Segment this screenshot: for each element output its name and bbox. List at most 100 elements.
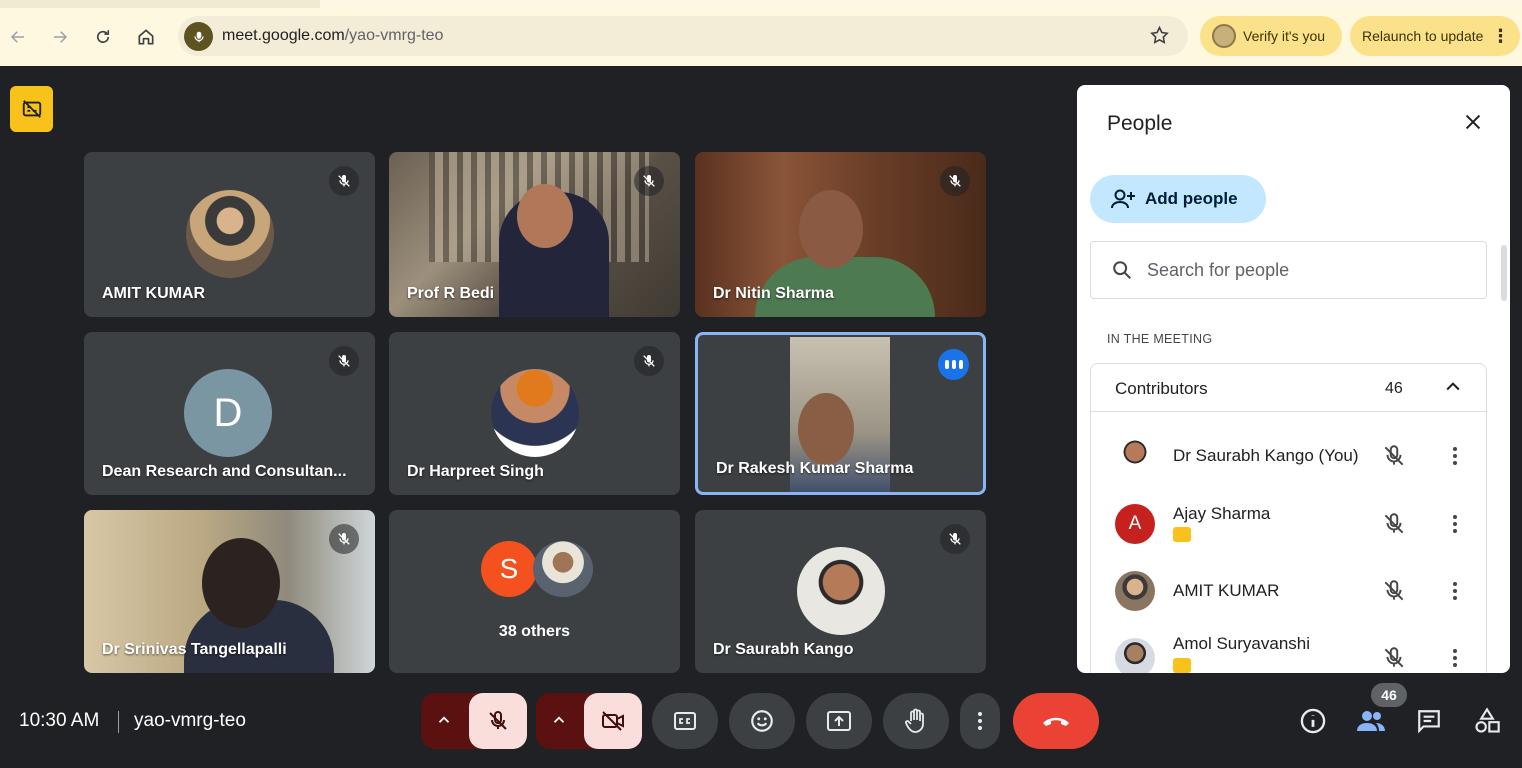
closed-captions-icon (674, 712, 696, 730)
list-item[interactable]: A Ajay Sharma (1091, 492, 1486, 556)
captions-tag-icon (1173, 527, 1191, 542)
muted-mic-icon (940, 524, 970, 554)
captions-tag-icon (1173, 658, 1191, 673)
video-face (799, 190, 863, 268)
search-people-field[interactable] (1090, 241, 1487, 299)
muted-mic-icon[interactable] (1381, 443, 1407, 474)
muted-mic-icon (329, 524, 359, 554)
list-item[interactable]: Amol Suryavanshi (1091, 626, 1486, 673)
participant-tile[interactable]: D Dean Research and Consultan... (84, 332, 375, 495)
avatar: A (1115, 504, 1155, 544)
bookmark-star-icon[interactable] (1149, 25, 1170, 51)
person-name: Amol Suryavanshi (1173, 634, 1311, 653)
captions-off-badge[interactable] (10, 86, 53, 132)
others-tile[interactable]: S 38 others (389, 510, 680, 673)
speaking-indicator-icon (938, 349, 969, 380)
divider (118, 711, 119, 733)
participant-name: Prof R Bedi (407, 285, 495, 302)
participant-tile[interactable]: AMIT KUMAR (84, 152, 375, 317)
contributors-header[interactable]: Contributors 46 (1091, 364, 1486, 412)
muted-mic-icon[interactable] (1381, 578, 1407, 609)
leave-call-button[interactable] (1013, 693, 1099, 749)
participant-name: Dean Research and Consultan... (102, 463, 347, 480)
more-options-icon[interactable] (1443, 444, 1467, 473)
participant-name: Dr Saurabh Kango (713, 641, 854, 658)
person-name: Ajay Sharma (1173, 504, 1271, 523)
tab-strip (0, 0, 1522, 8)
mic-options-chevron-icon[interactable] (435, 711, 453, 734)
more-options-icon[interactable] (1443, 579, 1467, 608)
avatar (1115, 571, 1155, 611)
reload-icon[interactable] (89, 23, 117, 51)
participant-tile[interactable]: Dr Srinivas Tangellapalli (84, 510, 375, 673)
participant-tile[interactable]: Dr Nitin Sharma (695, 152, 986, 317)
url-text: meet.google.com/yao-vmrg-teo (222, 27, 444, 44)
raise-hand-button[interactable] (883, 693, 949, 749)
participant-tile-speaking[interactable]: Dr Rakesh Kumar Sharma (695, 332, 986, 495)
list-item[interactable]: Dr Saurabh Kango (You) (1091, 424, 1486, 488)
video-face (798, 393, 854, 465)
chat-icon[interactable] (1414, 706, 1444, 736)
muted-mic-icon (940, 166, 970, 196)
browser-menu-icon[interactable]: ⋮ (1491, 26, 1509, 47)
emoji-icon (751, 710, 773, 732)
others-count-label: 38 others (498, 623, 571, 640)
participant-name: AMIT KUMAR (102, 285, 206, 302)
chevron-up-icon[interactable] (1443, 377, 1463, 402)
forward-icon[interactable] (46, 23, 74, 51)
muted-mic-icon (329, 346, 359, 376)
panel-scrollbar[interactable] (1501, 245, 1507, 301)
back-icon[interactable] (4, 23, 32, 51)
list-item[interactable]: AMIT KUMAR (1091, 559, 1486, 623)
activities-icon[interactable] (1472, 706, 1502, 736)
camera-options-chevron-icon[interactable] (550, 711, 568, 734)
more-options-button[interactable] (960, 693, 1000, 749)
add-people-label: Add people (1145, 189, 1238, 208)
reactions-button[interactable] (729, 693, 795, 749)
people-icon[interactable] (1356, 706, 1386, 736)
camera-toggle-button[interactable] (584, 693, 642, 749)
participant-tile[interactable]: Dr Harpreet Singh (389, 332, 680, 495)
participant-tile[interactable]: Prof R Bedi (389, 152, 680, 317)
meeting-time: 10:30 AM (19, 710, 100, 731)
muted-mic-icon[interactable] (1381, 645, 1407, 673)
add-person-icon (1111, 189, 1135, 209)
avatar (533, 541, 593, 597)
participant-name: Dr Rakesh Kumar Sharma (716, 460, 914, 477)
home-icon[interactable] (132, 23, 160, 51)
relaunch-button[interactable]: Relaunch to update ⋮ (1350, 16, 1520, 56)
muted-mic-icon (634, 166, 664, 196)
meeting-details-icon[interactable] (1298, 706, 1328, 736)
more-options-icon[interactable] (1443, 512, 1467, 541)
address-bar[interactable]: meet.google.com/yao-vmrg-teo (178, 16, 1188, 56)
captions-button[interactable] (652, 693, 718, 749)
avatar (1115, 638, 1155, 673)
search-input[interactable] (1147, 259, 1447, 281)
present-screen-button[interactable] (806, 693, 872, 749)
microphone-site-icon[interactable] (184, 22, 213, 51)
camera-control-group (536, 693, 642, 749)
meeting-code: yao-vmrg-teo (134, 710, 246, 731)
end-call-icon (1043, 717, 1069, 726)
verify-label: Verify it's you (1243, 28, 1326, 44)
section-label: IN THE MEETING (1107, 332, 1213, 346)
contributors-count: 46 (1385, 380, 1403, 397)
avatar (490, 369, 579, 457)
video-face (517, 184, 573, 248)
close-icon[interactable] (1462, 111, 1484, 138)
add-people-button[interactable]: Add people (1090, 175, 1266, 223)
mic-control-group (421, 693, 527, 749)
more-options-icon[interactable] (1443, 646, 1467, 673)
participant-tile[interactable]: Dr Saurabh Kango (695, 510, 986, 673)
people-panel: People Add people IN THE MEETING Contrib… (1077, 85, 1510, 673)
verify-identity-button[interactable]: Verify it's you (1200, 16, 1342, 56)
browser-toolbar: meet.google.com/yao-vmrg-teo Verify it's… (0, 8, 1522, 66)
person-name: Dr Saurabh Kango (You) (1173, 446, 1359, 465)
relaunch-label: Relaunch to update (1362, 28, 1484, 44)
panel-title: People (1107, 112, 1173, 135)
muted-mic-icon[interactable] (1381, 511, 1407, 542)
avatar (1115, 436, 1155, 476)
contributors-label: Contributors (1115, 379, 1208, 398)
avatar: D (184, 369, 272, 457)
mic-toggle-button[interactable] (469, 693, 527, 749)
